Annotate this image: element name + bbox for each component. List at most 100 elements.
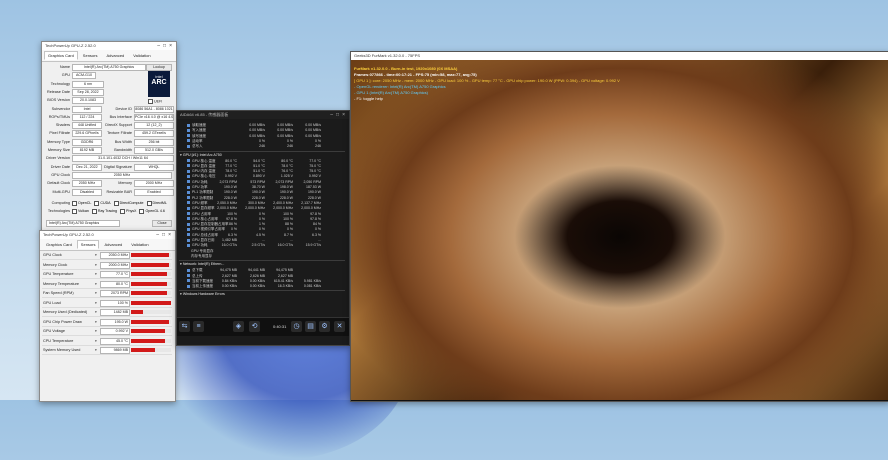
sensor-icon[interactable]: ⟲ xyxy=(249,321,260,332)
field-value: 12 (12_2) xyxy=(134,122,174,130)
settings-icon[interactable]: ⚙ xyxy=(319,321,330,332)
window-controls[interactable]: –□× xyxy=(330,111,348,119)
sensor-value: 2,000.0 MHz xyxy=(245,206,265,211)
sensor-name: 当前上传速度 xyxy=(187,284,213,289)
bars-icon[interactable]: ≡ xyxy=(193,321,204,332)
sensor-value: 94,475 MB xyxy=(220,268,237,273)
sensor-value: 1482 MB xyxy=(100,309,130,316)
feature-checkbox[interactable]: CUDA xyxy=(94,201,111,206)
sensors-titlebar[interactable]: TechPowerUp GPU-Z 2.52.0 –□× xyxy=(40,231,175,239)
sensor-row: GPU 功耗 16.0 GT/s 2.5 GT/s 16.0 GT/s 15.9 GT/… xyxy=(187,243,347,248)
field-value: 6 nm xyxy=(72,80,104,88)
feature-checkbox[interactable]: Vulkan xyxy=(72,209,89,214)
dropdown-arrow-icon[interactable]: ▾ xyxy=(95,282,97,286)
tab-sensors[interactable]: Sensors xyxy=(79,51,102,60)
sensor-value: 77.0 °C xyxy=(100,271,130,278)
sensor-label: 当前上传速度 xyxy=(192,284,213,289)
divider xyxy=(179,150,345,152)
sensor-name: Memory Temperature xyxy=(43,281,80,286)
sensor-subrow[interactable]: 内存专用显存 xyxy=(191,254,349,259)
field-value: ACM-G10 xyxy=(72,72,96,80)
dropdown-arrow-icon[interactable]: ▾ xyxy=(95,310,97,314)
arrows-icon[interactable]: ⇆ xyxy=(179,321,190,332)
clock-icon[interactable]: ◷ xyxy=(291,321,302,332)
sensor-value: 8.7 % xyxy=(284,232,293,237)
furmark-frames: Frames:077866 - time:00:17:21 - FPS:75 (… xyxy=(354,72,477,77)
field-label: Technology xyxy=(50,81,70,86)
technologies-list: Vulkan Ray Tracing PhysX OpenGL 4.6 xyxy=(72,209,176,214)
gpu-select[interactable]: Intel(R) Arc(TM) A750 Graphics xyxy=(46,220,120,227)
sensor-name: GPU 功耗 xyxy=(187,180,208,185)
sensor-row: 总上传 2,627 MB 2,626 MB 2,627 MB xyxy=(187,274,347,279)
dropdown-arrow-icon[interactable]: ▾ xyxy=(95,348,97,352)
sensor-name: GPU Temperature xyxy=(43,272,74,276)
dropdown-arrow-icon[interactable]: ▾ xyxy=(95,329,97,333)
sensor-value: 2,000.0 MHz xyxy=(301,206,321,211)
sensor-group-header[interactable]: ▾ Network: Intel(R) Ethern... xyxy=(180,262,224,266)
dropdown-arrow-icon[interactable]: ▾ xyxy=(95,320,97,324)
tab-sensors[interactable]: Sensors xyxy=(76,240,100,249)
feature-checkbox[interactable]: OpenCL xyxy=(72,201,91,206)
lookup-button[interactable]: Lookup xyxy=(146,64,172,71)
gpuz-titlebar[interactable]: TechPowerUp GPU-Z 2.52.0 –□× xyxy=(42,42,176,50)
report-icon[interactable]: ▤ xyxy=(305,321,316,332)
aida-titlebar[interactable]: AIDA64 v6.85 - 传感器面板 –□× xyxy=(177,111,349,119)
sensor-value: 228.0 W xyxy=(307,195,321,200)
dropdown-arrow-icon[interactable]: ▾ xyxy=(95,301,97,305)
dropdown-arrow-icon[interactable]: ▾ xyxy=(95,272,97,276)
sensor-value: 228.0 W xyxy=(279,195,293,200)
field-value: 448 Unified xyxy=(72,122,102,130)
feature-checkbox[interactable]: DirectCompute xyxy=(113,201,144,206)
sensor-row: GPU Chip Power Draw ▾ 195.0 W xyxy=(42,318,172,327)
sensor-value: 0.992 V xyxy=(100,328,130,335)
furmark-titlebar[interactable]: Geeks3D FurMark v1.32.0.0 - 75FPS xyxy=(351,52,888,60)
sensor-value: 0.00 MB/s xyxy=(305,123,321,127)
intel-arc-logo: intel ARC xyxy=(148,71,170,97)
field-label: Pixel Fillrate xyxy=(49,131,70,136)
sensor-row: GPU 核心 温度 80.0 °C 54.0 °C 80.0 °C 77.0 °C xyxy=(187,159,347,164)
sensor-subrow[interactable]: GPU 专用显存 xyxy=(191,249,349,254)
elapsed-time: 0:40:31 xyxy=(273,324,287,329)
sensor-row: Memory Used (Dedicated) ▾ 1482 MB xyxy=(42,309,172,317)
tab-graphics-card[interactable]: Graphics Card xyxy=(44,51,78,60)
tab-graphics-card[interactable]: Graphics Card xyxy=(42,240,76,249)
dropdown-arrow-icon[interactable]: ▾ xyxy=(95,253,97,257)
close-icon[interactable]: ✕ xyxy=(334,321,345,332)
sensor-icon xyxy=(187,123,190,127)
close-button[interactable]: Close xyxy=(152,220,172,227)
sensor-value: ... xyxy=(290,238,293,242)
furmark-gpu-name: - GPU 1 (Intel(R) Arc(TM) A750 Graphics) xyxy=(354,90,429,95)
sensor-value: 2,400.0 MHz xyxy=(273,200,293,205)
sensor-group-header[interactable]: ▾ GPU [#1]: Intel Arc A750 xyxy=(180,153,222,157)
field-label: Driver Date xyxy=(50,164,70,169)
sensor-value: 198.0 W xyxy=(279,185,293,189)
sensor-value: 300.0 MHz xyxy=(248,200,265,205)
sensor-value: 97.8 % xyxy=(310,216,321,221)
feature-checkbox[interactable]: OpenGL 4.6 xyxy=(139,209,165,214)
sensor-icon xyxy=(187,243,190,247)
dropdown-arrow-icon[interactable]: ▾ xyxy=(95,339,97,343)
field-label: Subvendor xyxy=(51,106,70,111)
tab-advanced[interactable]: Advanced xyxy=(100,240,126,249)
field-value: 8192 MB xyxy=(72,147,102,154)
field-label: Device ID xyxy=(115,106,132,111)
sensor-value: ... xyxy=(318,238,321,242)
sensor-group-header[interactable]: ▾ Windows Hardware Errors xyxy=(180,292,225,296)
sensor-name: PL2 功率限制 xyxy=(187,196,213,201)
dropdown-arrow-icon[interactable]: ▾ xyxy=(95,263,97,267)
tab-validation[interactable]: Validation xyxy=(129,51,154,60)
window-controls[interactable]: –□× xyxy=(156,231,174,239)
feature-checkbox[interactable]: DirectML xyxy=(146,201,167,206)
sensor-label: 读取速度 xyxy=(192,123,206,127)
tab-advanced[interactable]: Advanced xyxy=(102,51,128,60)
tab-validation[interactable]: Validation xyxy=(127,240,152,249)
dropdown-arrow-icon[interactable]: ▾ xyxy=(95,291,97,295)
sensor-icon[interactable]: ◈ xyxy=(233,321,244,332)
sensor-value: 0.00 MB/s xyxy=(305,133,321,138)
feature-checkbox[interactable]: PhysX xyxy=(120,209,136,214)
feature-checkbox[interactable]: Ray Tracing xyxy=(91,209,117,214)
sensor-value: 5.981 KB/s xyxy=(303,278,321,283)
sensor-icon xyxy=(187,233,190,237)
window-controls[interactable]: –□× xyxy=(157,42,175,50)
uefi-checkbox[interactable]: UEFI xyxy=(148,99,170,104)
